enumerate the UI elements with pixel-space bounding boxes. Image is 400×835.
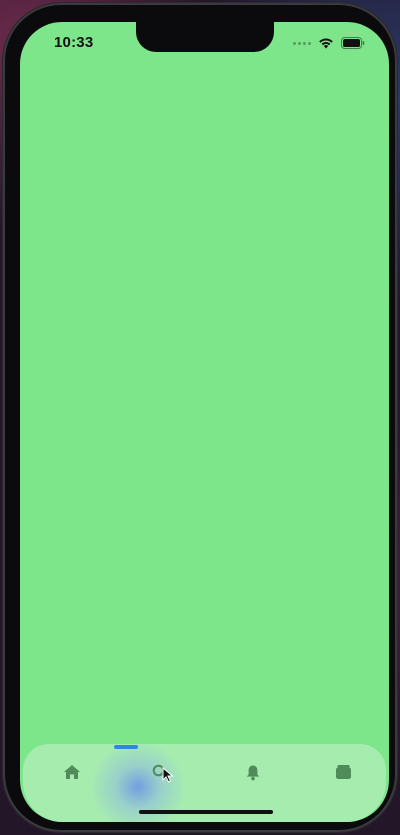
notch	[136, 22, 274, 52]
battery-icon	[341, 37, 365, 49]
status-time: 10:33	[54, 34, 94, 51]
selected-tab-indicator	[114, 745, 138, 749]
tab-home[interactable]	[57, 760, 87, 784]
phone-frame: 10:33	[3, 3, 397, 832]
tab-wallet[interactable]	[328, 760, 358, 784]
app-screen: 10:33	[20, 22, 389, 822]
status-icons	[293, 37, 365, 49]
wifi-icon	[318, 37, 334, 49]
home-indicator[interactable]	[139, 810, 273, 814]
bell-icon	[246, 765, 260, 780]
mouse-pointer-icon	[162, 766, 174, 788]
home-icon	[64, 765, 80, 779]
wallet-icon	[335, 765, 351, 779]
tab-notifications[interactable]	[238, 760, 268, 784]
cellular-signal-icon	[293, 41, 311, 45]
tab-bar	[23, 744, 386, 822]
